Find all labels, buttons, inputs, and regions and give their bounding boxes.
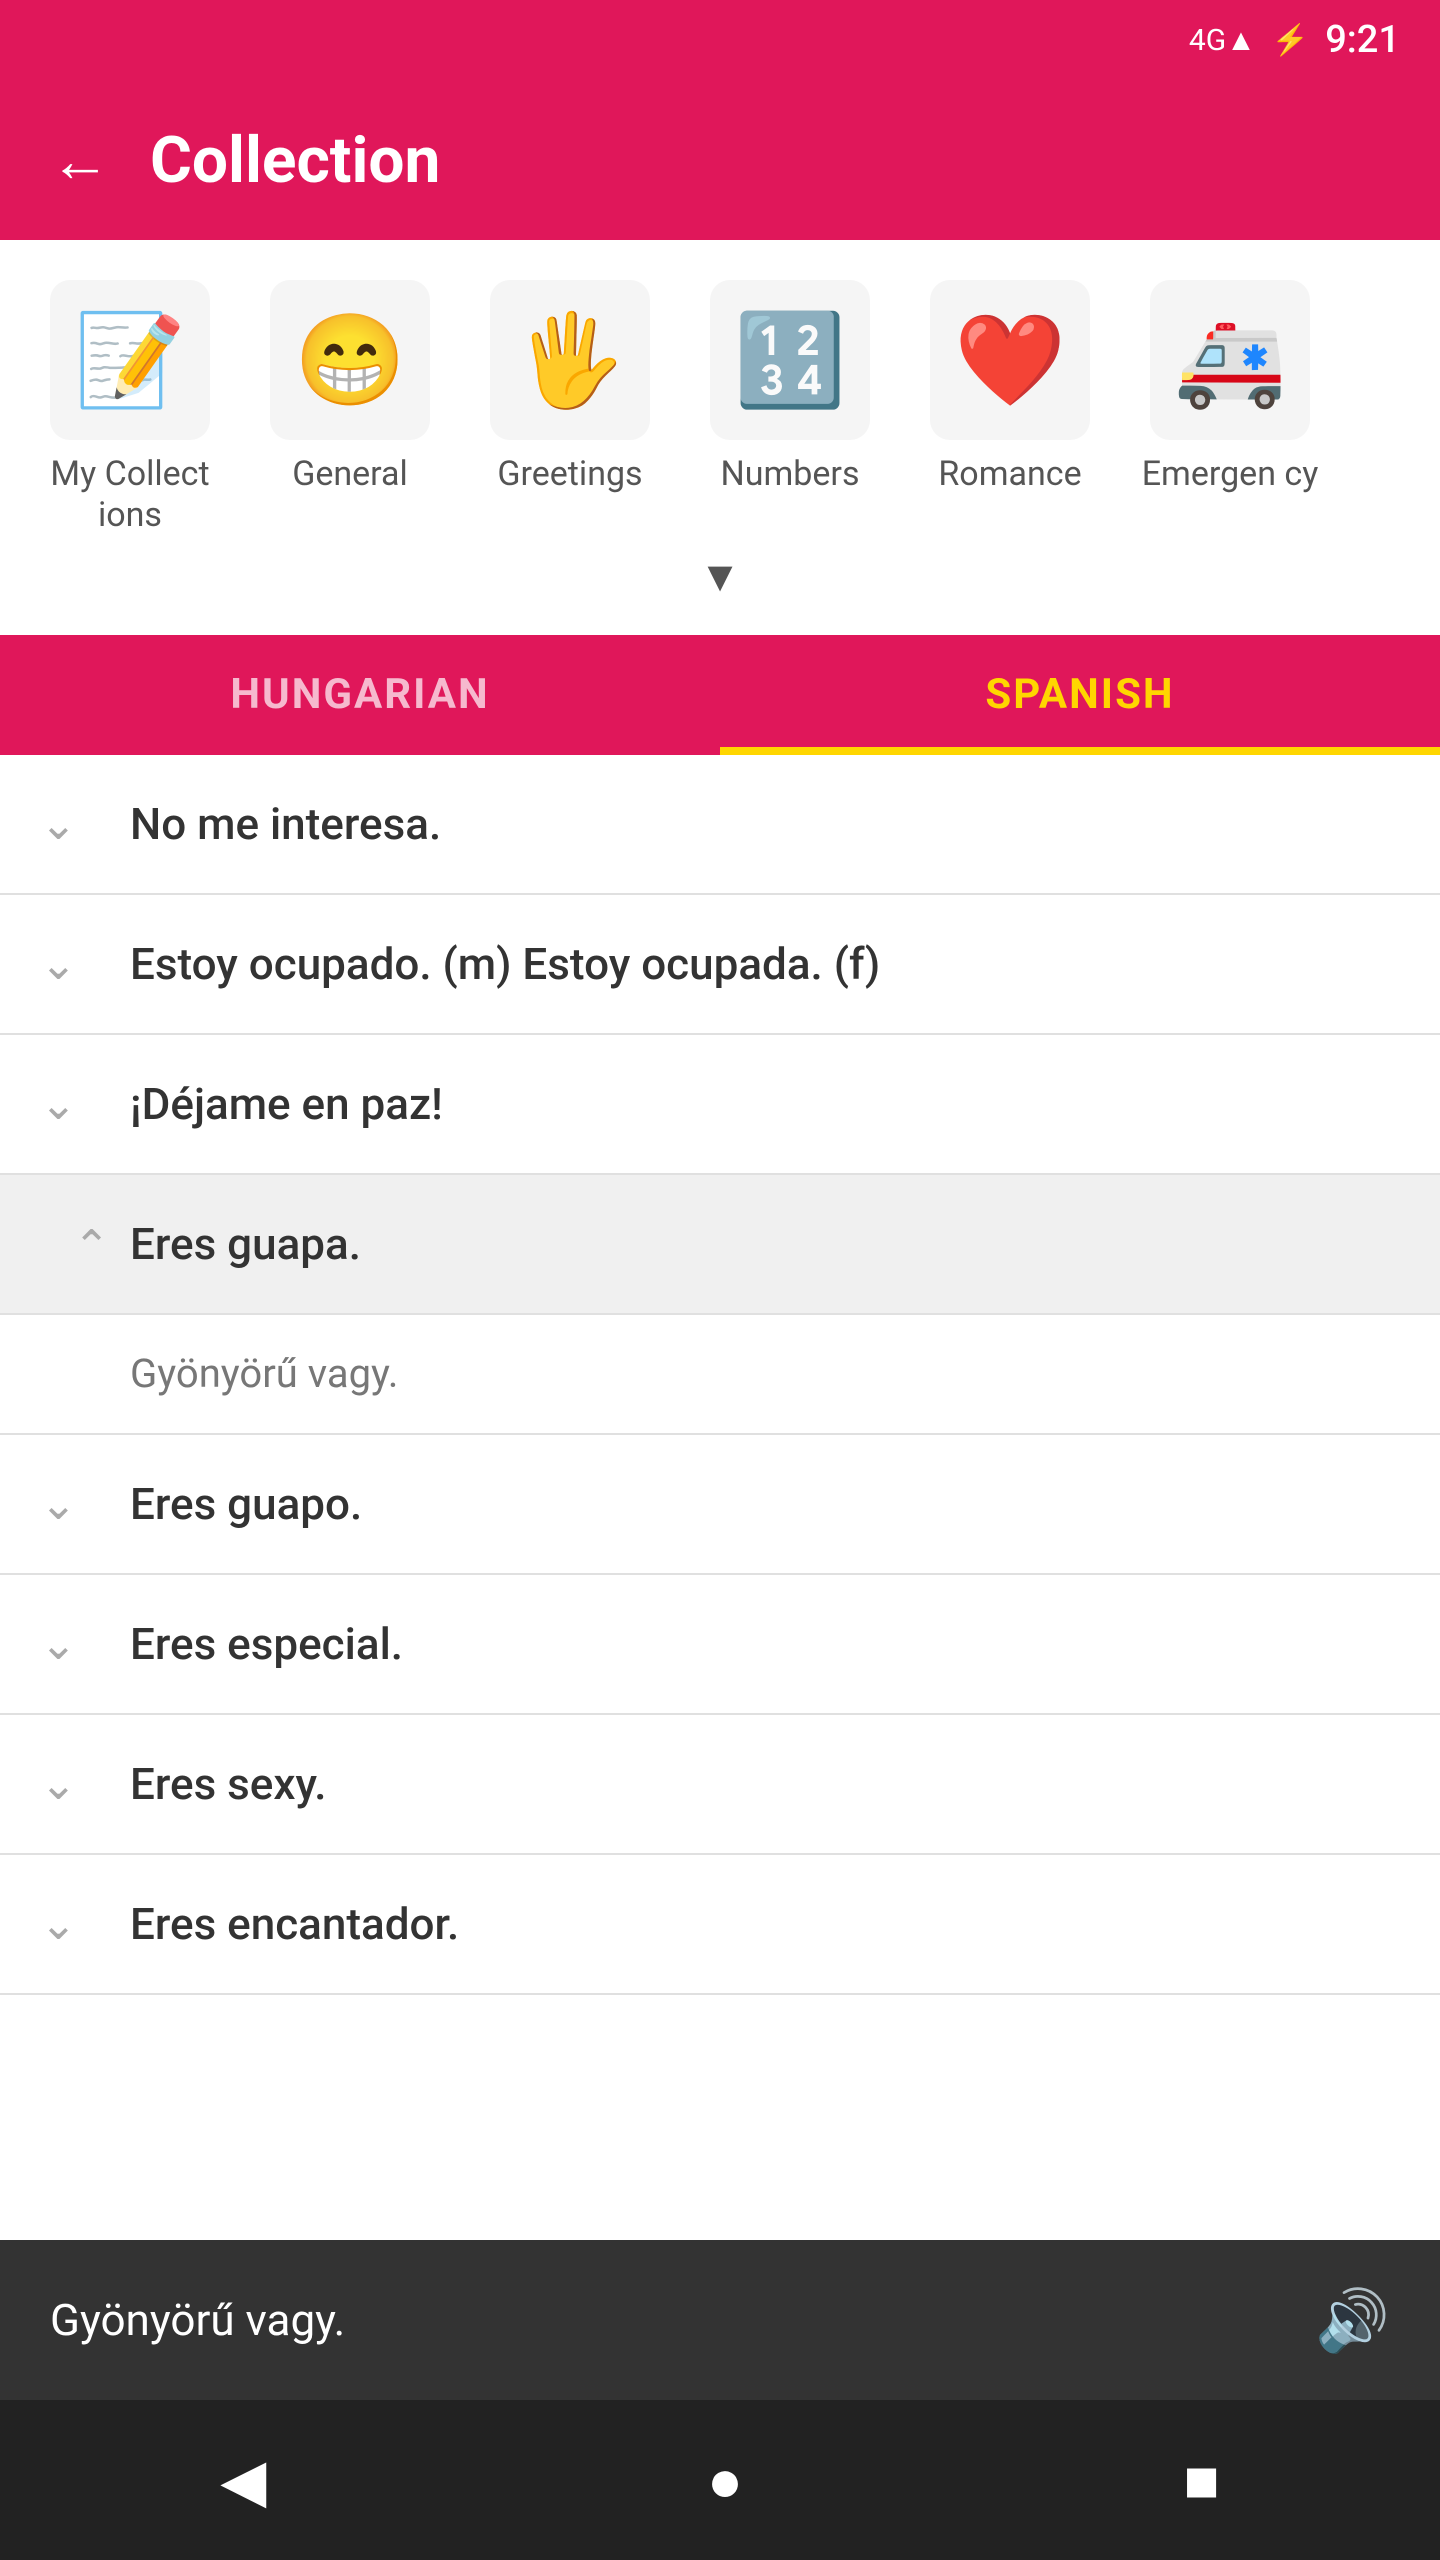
phrase-text-8: Eres encantador. — [130, 1898, 459, 1950]
phrase-chevron-8: ⌄ — [40, 1898, 110, 1950]
nav-home-button[interactable]: ● — [707, 2445, 743, 2516]
translation-row-4: Gyönyörű vagy. — [0, 1315, 1440, 1435]
phrase-row-4[interactable]: ⌄ Eres guapa. — [0, 1175, 1440, 1315]
phrase-text-2: Estoy ocupado. (m) Estoy ocupada. (f) — [130, 938, 880, 990]
general-icon: 😁 — [294, 308, 406, 413]
phrase-text-7: Eres sexy. — [130, 1758, 327, 1810]
category-icon-greetings: 🖐 — [490, 280, 650, 440]
nav-recents-button[interactable]: ■ — [1184, 2445, 1220, 2516]
nav-bar: ◀ ● ■ — [0, 2400, 1440, 2560]
phrase-chevron-2: ⌄ — [40, 938, 110, 990]
romance-icon: ❤️ — [954, 308, 1066, 413]
category-label-emergency: Emergen cy — [1142, 454, 1319, 534]
category-label-romance: Romance — [938, 454, 1081, 534]
category-icon-general: 😁 — [270, 280, 430, 440]
bottom-bar: Gyönyörű vagy. 🔊 — [0, 2240, 1440, 2400]
category-label-my-collections: My Collect ions — [30, 454, 230, 536]
emergency-icon: 🚑 — [1174, 308, 1286, 413]
category-item-greetings[interactable]: 🖐 Greetings — [460, 270, 680, 534]
phrase-text-1: No me interesa. — [130, 798, 441, 850]
status-time: 9:21 — [1325, 18, 1400, 62]
tab-spanish-label: SPANISH — [985, 670, 1174, 719]
phrase-chevron-5: ⌄ — [40, 1478, 110, 1530]
phrase-chevron-1: ⌄ — [40, 798, 110, 850]
category-icon-my-collections: 📝 — [50, 280, 210, 440]
phrase-text-6: Eres especial. — [130, 1618, 403, 1670]
category-icon-romance: ❤️ — [930, 280, 1090, 440]
phrase-row-3[interactable]: ⌄ ¡Déjame en paz! — [0, 1035, 1440, 1175]
phrase-chevron-7: ⌄ — [40, 1758, 110, 1810]
phrase-row-8[interactable]: ⌄ Eres encantador. — [0, 1855, 1440, 1995]
my-collections-icon: 📝 — [74, 308, 186, 413]
signal-icon: 4G▲ — [1189, 23, 1256, 58]
bottom-bar-text: Gyönyörű vagy. — [50, 2294, 1315, 2346]
category-label-greetings: Greetings — [497, 454, 642, 534]
category-icon-numbers: 🔢 — [710, 280, 870, 440]
status-bar: 4G▲ ⚡ 9:21 — [0, 0, 1440, 80]
expand-chevron-wrap[interactable]: ▾ — [20, 536, 1420, 625]
category-item-emergency[interactable]: 🚑 Emergen cy — [1120, 270, 1340, 534]
category-icon-emergency: 🚑 — [1150, 280, 1310, 440]
nav-back-button[interactable]: ◀ — [220, 2445, 266, 2516]
back-button[interactable]: ← — [50, 125, 110, 196]
category-item-my-collections[interactable]: 📝 My Collect ions — [20, 270, 240, 536]
category-row: 📝 My Collect ions 😁 General 🖐 Greetings … — [20, 270, 1420, 536]
phrase-text-3: ¡Déjame en paz! — [130, 1078, 443, 1130]
phrase-row-5[interactable]: ⌄ Eres guapo. — [0, 1435, 1440, 1575]
battery-icon: ⚡ — [1272, 23, 1309, 58]
phrase-chevron-6: ⌄ — [40, 1618, 110, 1670]
phrase-row-7[interactable]: ⌄ Eres sexy. — [0, 1715, 1440, 1855]
phrase-chevron-3: ⌄ — [40, 1078, 110, 1130]
category-section: 📝 My Collect ions 😁 General 🖐 Greetings … — [0, 240, 1440, 635]
phrase-row-2[interactable]: ⌄ Estoy ocupado. (m) Estoy ocupada. (f) — [0, 895, 1440, 1035]
sound-icon[interactable]: 🔊 — [1315, 2285, 1390, 2356]
app-title: Collection — [150, 123, 440, 198]
category-item-numbers[interactable]: 🔢 Numbers — [680, 270, 900, 534]
numbers-icon: 🔢 — [734, 308, 846, 413]
phrase-chevron-4: ⌄ — [40, 1218, 110, 1270]
translation-text-4: Gyönyörű vagy. — [130, 1350, 398, 1397]
phrase-list: ⌄ No me interesa. ⌄ Estoy ocupado. (m) E… — [0, 755, 1440, 1995]
status-icons: 4G▲ ⚡ 9:21 — [1189, 18, 1400, 62]
phrase-row-1[interactable]: ⌄ No me interesa. — [0, 755, 1440, 895]
category-item-romance[interactable]: ❤️ Romance — [900, 270, 1120, 534]
phrase-row-6[interactable]: ⌄ Eres especial. — [0, 1575, 1440, 1715]
tab-hungarian[interactable]: HUNGARIAN — [0, 635, 720, 755]
category-label-numbers: Numbers — [720, 454, 859, 534]
app-bar: ← Collection — [0, 80, 1440, 240]
phrase-text-4: Eres guapa. — [130, 1218, 361, 1270]
category-label-general: General — [292, 454, 408, 534]
tab-hungarian-label: HUNGARIAN — [230, 670, 489, 719]
category-item-general[interactable]: 😁 General — [240, 270, 460, 534]
expand-chevron-icon: ▾ — [707, 546, 732, 605]
greetings-icon: 🖐 — [514, 308, 626, 413]
tab-spanish[interactable]: SPANISH — [720, 635, 1440, 755]
phrase-text-5: Eres guapo. — [130, 1478, 362, 1530]
tabs: HUNGARIAN SPANISH — [0, 635, 1440, 755]
